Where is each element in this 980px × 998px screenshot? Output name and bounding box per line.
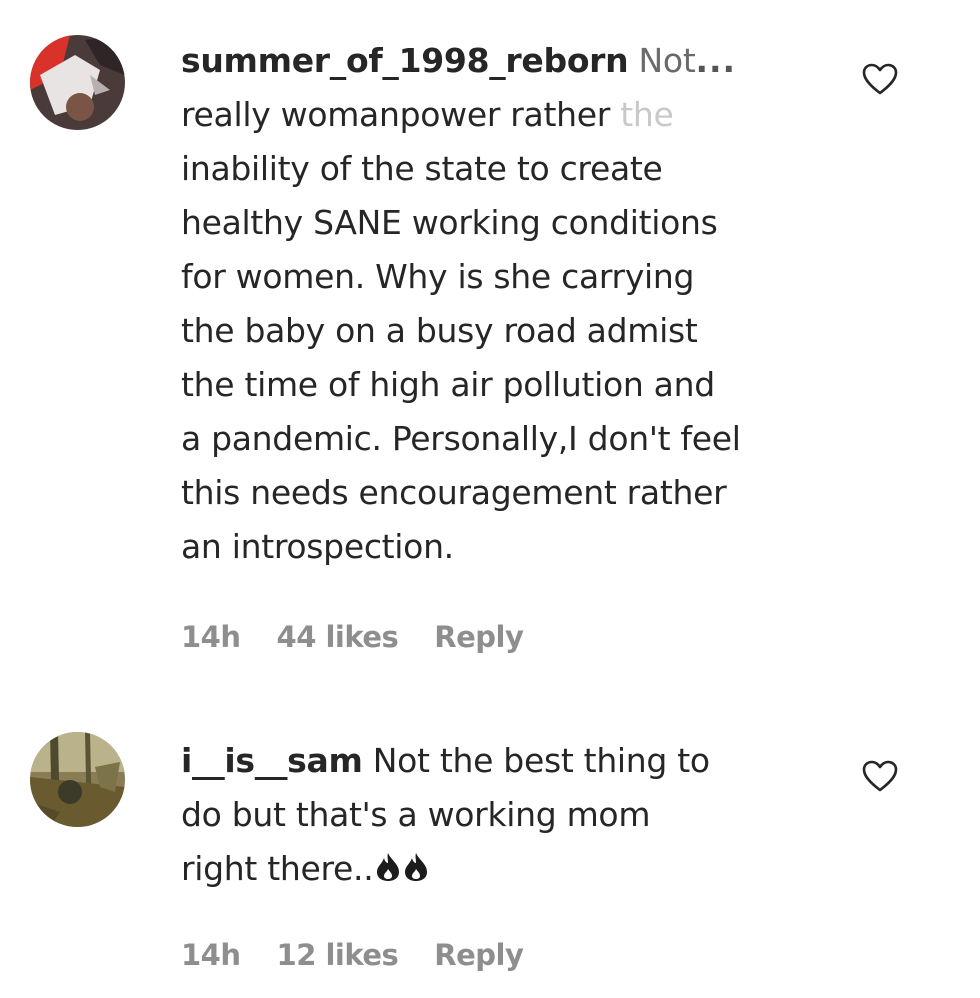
comment-line: a pandemic. Personally,I don't feel (181, 419, 741, 458)
comment-line: right there.. (181, 842, 831, 898)
comment-text: i__is__sam Not the best thing to do but … (181, 734, 831, 898)
more-button[interactable]: ... (695, 41, 736, 80)
profile-photo-icon (30, 35, 125, 130)
comment-line: inability of the state to create (181, 149, 663, 188)
comment-line: the baby on a busy road admist (181, 311, 698, 350)
comment-line: an introspection. (181, 527, 454, 566)
comment-line: i__is__sam Not the best thing to (181, 734, 831, 788)
avatar[interactable] (30, 35, 125, 130)
comment-line-text: right there.. (181, 849, 374, 888)
comment-line: healthy SANE working conditions (181, 203, 718, 242)
comment-item: i__is__sam Not the best thing to do but … (0, 700, 980, 998)
fire-emoji-icon (375, 844, 401, 898)
like-button[interactable] (862, 760, 898, 792)
profile-photo-icon (30, 732, 125, 827)
avatar[interactable] (30, 732, 125, 827)
username-link[interactable]: summer_of_1998_reborn (181, 41, 629, 80)
reply-button[interactable]: Reply (434, 938, 524, 972)
comment-line: really womanpower rather the (181, 88, 831, 142)
comment-line-faded: the (620, 95, 674, 134)
heart-outline-icon (862, 63, 898, 95)
timestamp[interactable]: 14h (181, 620, 241, 654)
comment-text: summer_of_1998_reborn Not... really woma… (181, 34, 831, 574)
comment-item: summer_of_1998_reborn Not... really woma… (0, 0, 980, 680)
reply-button[interactable]: Reply (434, 620, 524, 654)
comment-meta: 14h 12 likes Reply (181, 938, 559, 972)
like-button[interactable] (862, 63, 898, 95)
comment-line-text: Not (628, 41, 696, 80)
comment-line-text: Not the best thing to (362, 741, 710, 780)
comment-line: this needs encouragement rather (181, 473, 727, 512)
fire-emoji-icon (403, 844, 429, 898)
comment-line: for women. Why is she carrying (181, 257, 695, 296)
heart-outline-icon (862, 760, 898, 792)
comment-line-text: really womanpower rather (181, 95, 621, 134)
comment-line: summer_of_1998_reborn Not... (181, 34, 831, 88)
comment-meta: 14h 44 likes Reply (181, 620, 559, 654)
comment-line: do but that's a working mom (181, 795, 651, 834)
username-link[interactable]: i__is__sam (181, 741, 363, 780)
comment-line: the time of high air pollution and (181, 365, 715, 404)
likes-count[interactable]: 12 likes (277, 938, 399, 972)
timestamp[interactable]: 14h (181, 938, 241, 972)
likes-count[interactable]: 44 likes (277, 620, 399, 654)
